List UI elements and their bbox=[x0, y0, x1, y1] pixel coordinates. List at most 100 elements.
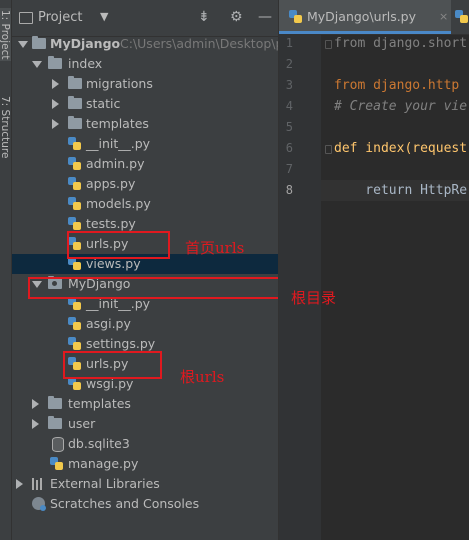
folder-icon bbox=[68, 116, 82, 129]
python-file-icon bbox=[68, 217, 82, 231]
folder-icon bbox=[48, 396, 62, 409]
chevron-right-icon[interactable] bbox=[52, 79, 59, 89]
tree-label: models.py bbox=[86, 196, 151, 211]
fold-icon[interactable] bbox=[325, 145, 332, 154]
tree-label: External Libraries bbox=[50, 476, 160, 491]
fold-icon[interactable] bbox=[325, 40, 332, 49]
python-file-icon bbox=[68, 257, 82, 271]
tree-row-file[interactable]: db.sqlite3 bbox=[12, 434, 278, 454]
python-file-icon bbox=[68, 197, 82, 211]
tree-label: apps.py bbox=[86, 176, 136, 191]
tree-row-file[interactable]: manage.py bbox=[12, 454, 278, 474]
tree-label: admin.py bbox=[86, 156, 145, 171]
highlight-box-index-urls bbox=[67, 231, 170, 259]
line-number: 6 bbox=[285, 141, 293, 155]
line-number: 1 bbox=[285, 36, 293, 50]
python-file-icon bbox=[455, 10, 469, 24]
tree-row-file[interactable]: __init__.py bbox=[12, 134, 278, 154]
chevron-right-icon[interactable] bbox=[52, 119, 59, 129]
line-number: 3 bbox=[285, 78, 293, 92]
folder-icon bbox=[48, 416, 62, 429]
python-file-icon bbox=[68, 177, 82, 191]
code-line-1: from django.short bbox=[334, 36, 468, 51]
tree-label: db.sqlite3 bbox=[68, 436, 130, 451]
tab-label: MyDjango\urls.py bbox=[307, 9, 417, 24]
highlight-box-root-dir bbox=[28, 277, 283, 299]
folder-icon bbox=[32, 36, 46, 49]
code-line-6: def index(request bbox=[334, 141, 468, 156]
tree-label: templates bbox=[86, 116, 149, 131]
tree-row-scratches[interactable]: Scratches and Consoles bbox=[12, 494, 278, 514]
tab-mydjango-urls[interactable]: MyDjango\urls.py × bbox=[279, 0, 451, 34]
chevron-right-icon[interactable] bbox=[32, 399, 39, 409]
python-file-icon bbox=[289, 10, 303, 24]
hide-panel-icon[interactable]: — bbox=[258, 9, 272, 25]
tree-label: MyDjango bbox=[50, 36, 121, 51]
line-number: 8 bbox=[285, 183, 293, 197]
gear-icon[interactable]: ⚙ bbox=[230, 9, 243, 25]
tool-window-strip: 1: Project 7: Structure bbox=[0, 0, 12, 540]
python-file-icon bbox=[68, 377, 82, 391]
code-line-8: return HttpRe bbox=[334, 183, 468, 198]
python-file-icon bbox=[68, 297, 82, 311]
structure-tool-tab[interactable]: 7: Structure bbox=[0, 96, 11, 158]
tree-label: templates bbox=[68, 396, 131, 411]
line-number: 5 bbox=[285, 120, 293, 134]
code-line-3: from django.http bbox=[334, 78, 460, 93]
chevron-down-icon[interactable] bbox=[18, 41, 28, 48]
project-panel-header: Project ▼ ⇟ ⚙ — bbox=[12, 0, 278, 37]
scratches-icon bbox=[32, 497, 46, 511]
line-number: 2 bbox=[285, 57, 293, 71]
library-icon bbox=[32, 478, 45, 490]
code-editor[interactable]: MyDjango\urls.py × in 1 2 3 4 5 6 7 8 fr… bbox=[278, 0, 469, 540]
editor-tab-bar: MyDjango\urls.py × in bbox=[279, 0, 469, 35]
chevron-down-icon[interactable]: ▼ bbox=[100, 10, 108, 23]
tree-label: static bbox=[86, 96, 121, 111]
close-icon[interactable]: × bbox=[439, 0, 448, 34]
folder-icon bbox=[48, 56, 62, 69]
project-panel: Project ▼ ⇟ ⚙ — MyDjango C:\Users\admin\… bbox=[12, 0, 283, 540]
chevron-down-icon[interactable] bbox=[32, 61, 42, 68]
python-file-icon bbox=[50, 457, 64, 471]
tree-row-file[interactable]: models.py bbox=[12, 194, 278, 214]
python-file-icon bbox=[68, 137, 82, 151]
tree-row-mydjango-root[interactable]: MyDjango C:\Users\admin\Desktop\p bbox=[12, 34, 283, 54]
tree-row-templates[interactable]: templates bbox=[12, 114, 278, 134]
chevron-right-icon[interactable] bbox=[32, 419, 39, 429]
tab-index[interactable]: in bbox=[453, 0, 469, 34]
tree-row-migrations[interactable]: migrations bbox=[12, 74, 278, 94]
annotation-index-urls: 首页urls bbox=[185, 239, 245, 257]
python-file-icon bbox=[68, 157, 82, 171]
tree-label: Scratches and Consoles bbox=[50, 496, 200, 511]
chevron-right-icon[interactable] bbox=[52, 99, 59, 109]
chevron-right-icon[interactable] bbox=[16, 479, 23, 489]
tree-label: user bbox=[68, 416, 96, 431]
python-file-icon bbox=[68, 317, 82, 331]
annotation-root-urls: 根urls bbox=[180, 368, 225, 386]
tree-label: manage.py bbox=[68, 456, 139, 471]
folder-icon bbox=[68, 96, 82, 109]
highlight-box-root-urls bbox=[63, 351, 162, 379]
tree-path: C:\Users\admin\Desktop\p bbox=[120, 36, 284, 51]
project-tool-tab[interactable]: 1: Project bbox=[0, 8, 11, 62]
tree-row-file[interactable]: asgi.py bbox=[12, 314, 278, 334]
tree-row-templates[interactable]: templates bbox=[12, 394, 278, 414]
tree-row-external-libraries[interactable]: External Libraries bbox=[12, 474, 278, 494]
python-file-icon bbox=[68, 337, 82, 351]
database-icon bbox=[52, 437, 64, 452]
tree-row-file[interactable]: apps.py bbox=[12, 174, 278, 194]
code-line-4: # Create your vie bbox=[334, 99, 468, 114]
tree-label: index bbox=[68, 56, 103, 71]
annotation-root-dir: 根目录 bbox=[291, 289, 337, 307]
project-view-selector[interactable]: Project bbox=[38, 10, 82, 25]
tree-label: __init__.py bbox=[86, 136, 151, 151]
collapse-all-icon[interactable]: ⇟ bbox=[198, 9, 210, 25]
tree-row-file[interactable]: admin.py bbox=[12, 154, 278, 174]
project-view-icon bbox=[19, 12, 33, 24]
tree-row-static[interactable]: static bbox=[12, 94, 278, 114]
folder-icon bbox=[68, 76, 82, 89]
line-number: 4 bbox=[285, 99, 293, 113]
tree-row-index[interactable]: index bbox=[12, 54, 278, 74]
tree-row-user[interactable]: user bbox=[12, 414, 278, 434]
line-number: 7 bbox=[285, 162, 293, 176]
